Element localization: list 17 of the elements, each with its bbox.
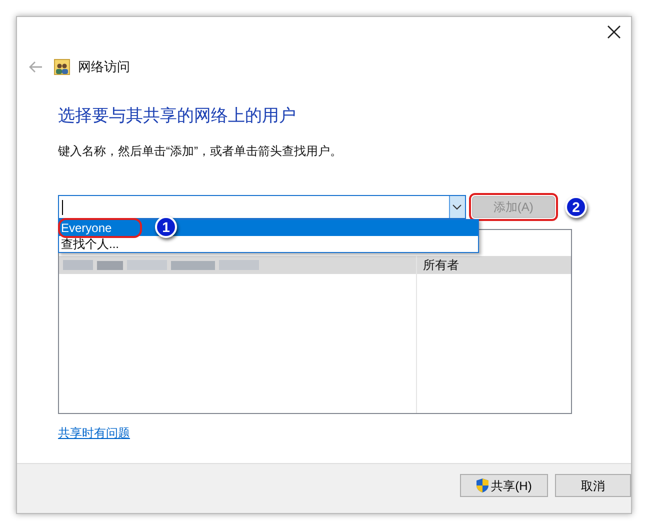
users-icon <box>54 58 70 75</box>
dropdown-option[interactable]: 查找个人... <box>59 236 478 252</box>
help-link[interactable]: 共享时有问题 <box>58 424 130 442</box>
shield-icon <box>476 478 490 493</box>
chevron-down-icon <box>452 204 462 210</box>
dropdown-arrow-button[interactable] <box>448 196 465 218</box>
share-button[interactable]: 共享(H) <box>460 474 548 497</box>
close-icon[interactable] <box>607 25 621 39</box>
callout-number: 2 <box>565 196 587 218</box>
instruction-text: 键入名称，然后单击“添加”，或者单击箭头查找用户。 <box>58 143 343 160</box>
page-heading: 选择要与其共享的网络上的用户 <box>58 104 297 126</box>
name-combobox[interactable] <box>58 195 466 219</box>
callout-number: 1 <box>155 216 177 238</box>
permission-cell-text: 所有者 <box>423 257 459 274</box>
user-row[interactable]: 所有者 <box>59 256 571 274</box>
cancel-button[interactable]: 取消 <box>555 474 631 497</box>
window-title: 网络访问 <box>78 58 130 76</box>
